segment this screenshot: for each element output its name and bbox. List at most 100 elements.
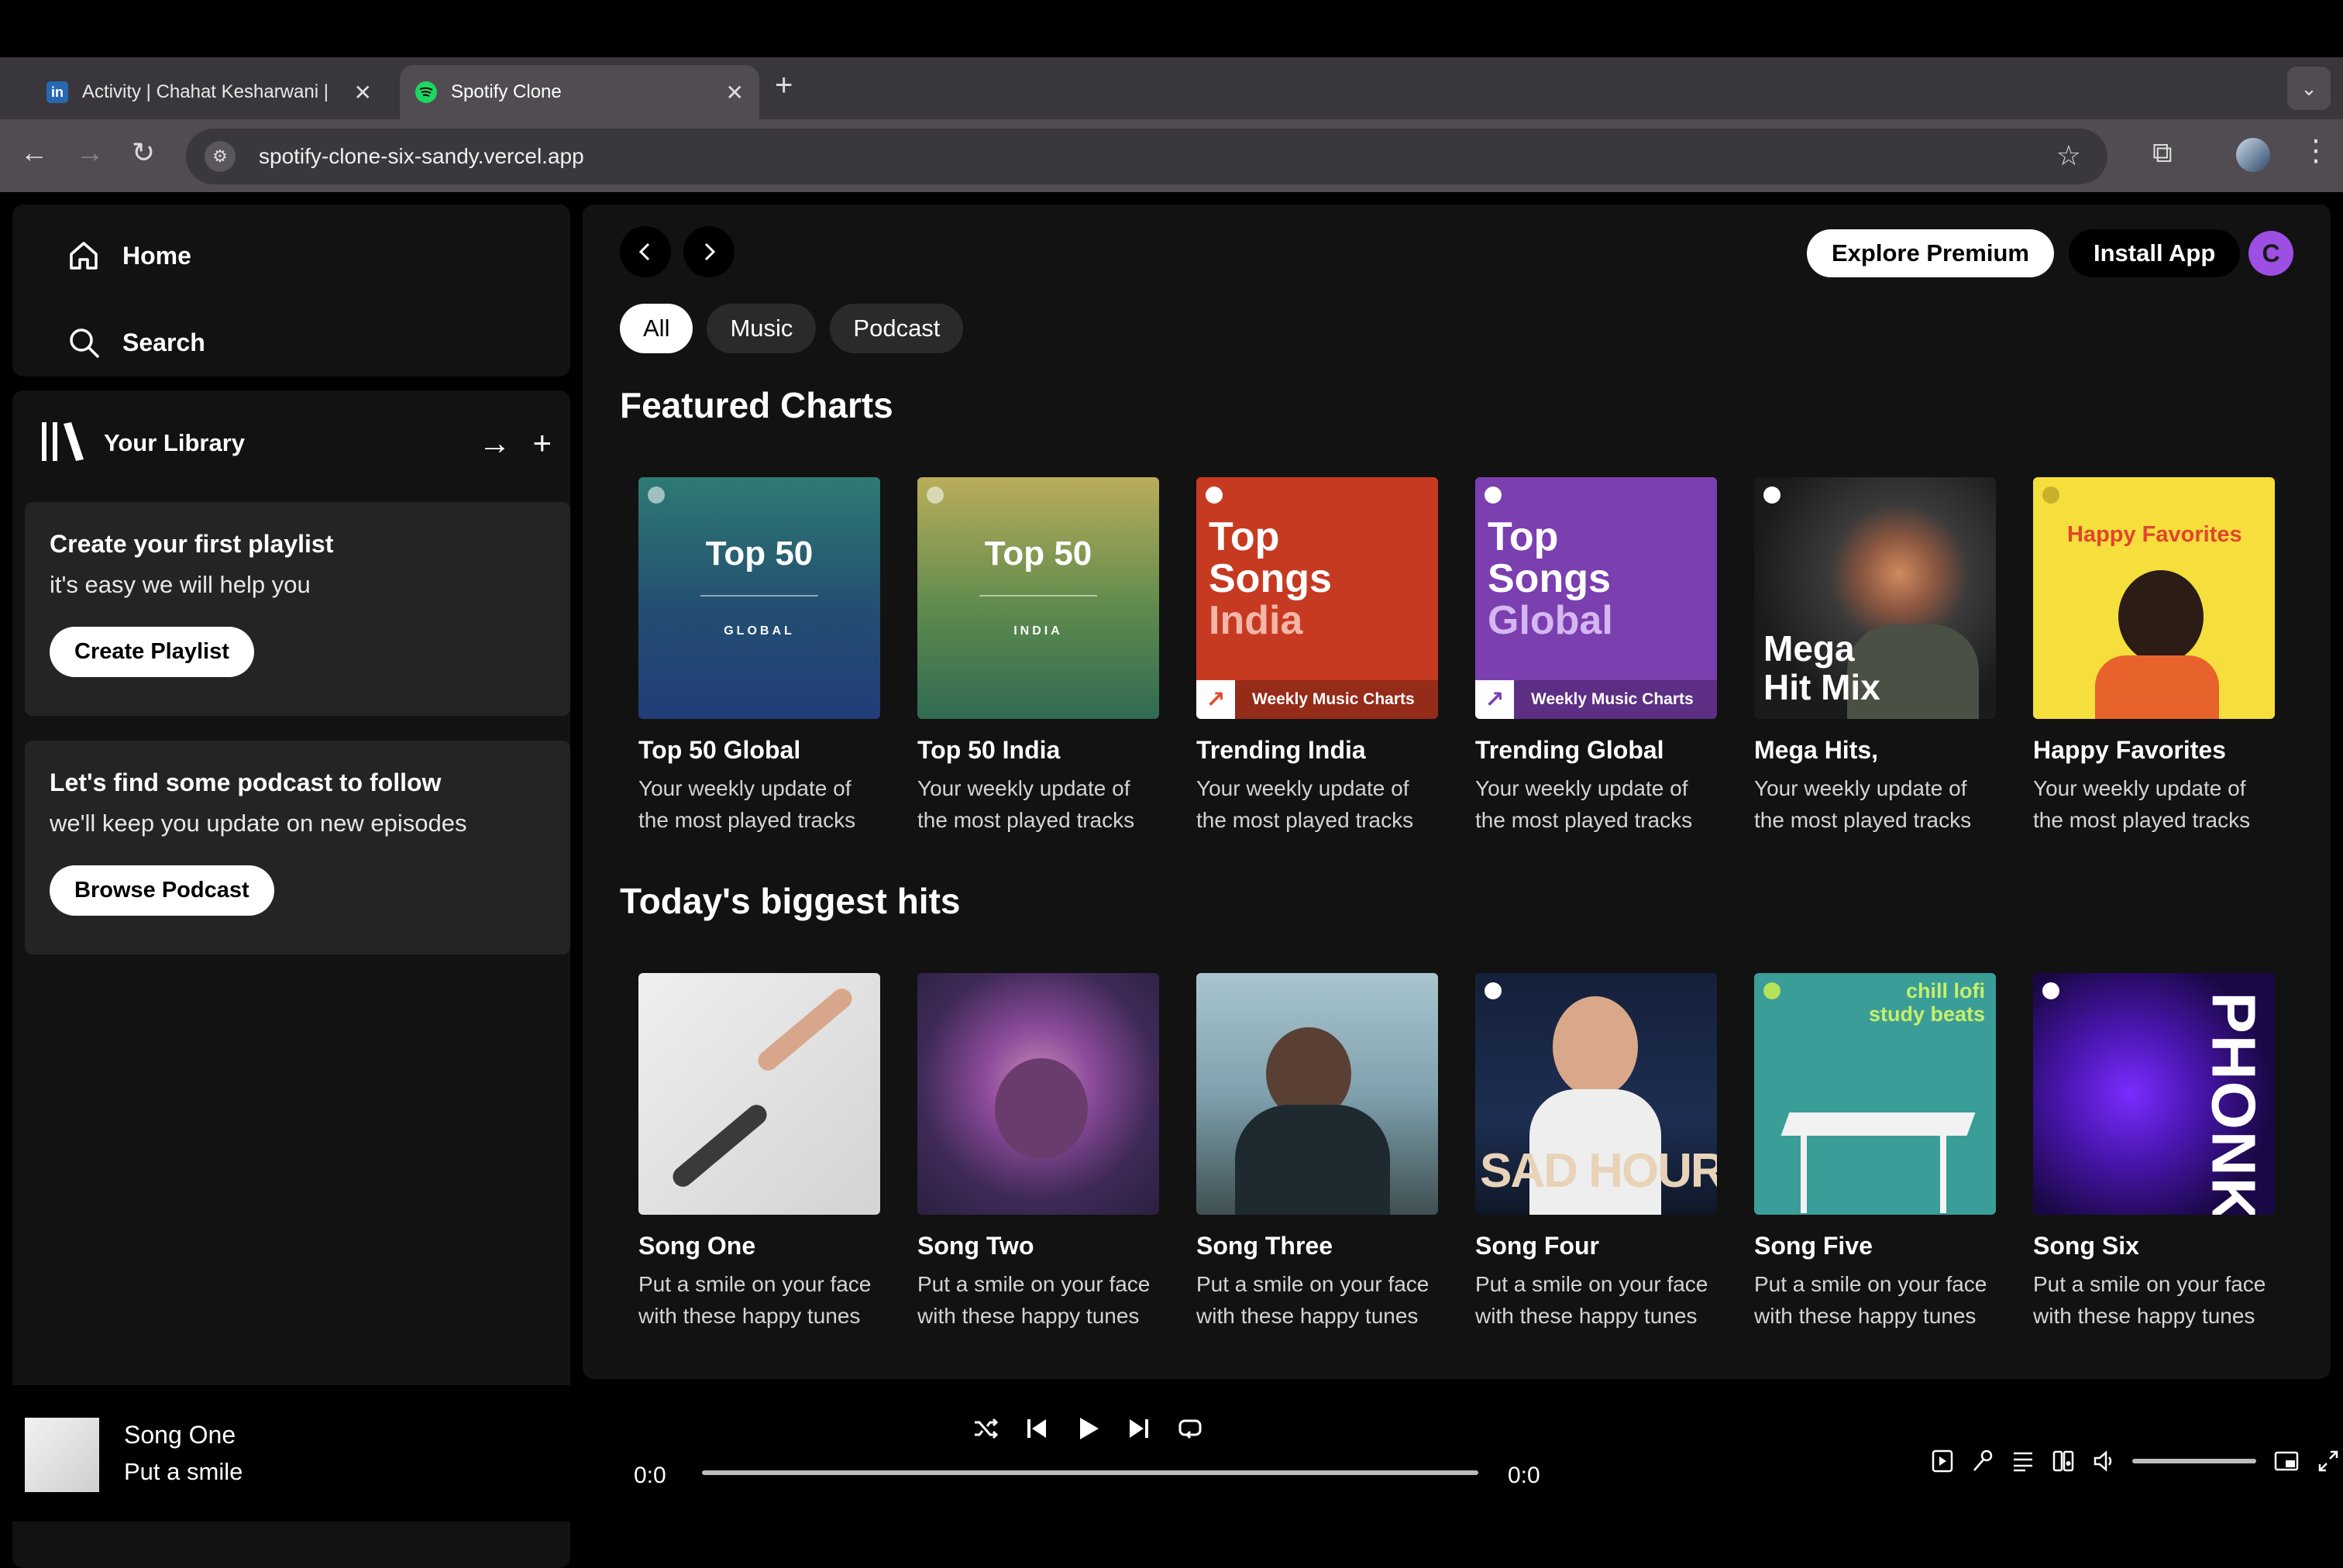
forward-icon[interactable]: → bbox=[76, 136, 104, 169]
nav-home[interactable]: Home bbox=[62, 239, 191, 273]
chip-all[interactable]: All bbox=[620, 304, 693, 353]
song-card[interactable]: PHONK Song Six Put a smile on your face … bbox=[2033, 973, 2275, 1332]
cover-title: Mega Hit Mix bbox=[1763, 628, 1880, 707]
profile-avatar[interactable] bbox=[2236, 138, 2270, 172]
chart-card[interactable]: Mega Hit Mix Mega Hits, Your weekly upda… bbox=[1754, 477, 1996, 836]
extra-controls bbox=[1931, 1449, 2340, 1473]
nav-home-label: Home bbox=[122, 241, 191, 270]
library-label[interactable]: Your Library bbox=[104, 429, 245, 457]
weekly-music-charts-badge: ↗ Weekly Music Charts bbox=[1196, 680, 1438, 719]
card-title: Song Five bbox=[1754, 1232, 1873, 1260]
back-arrow-button[interactable] bbox=[620, 226, 671, 277]
extensions-icon[interactable]: ⧉ bbox=[2152, 136, 2173, 170]
plus-icon[interactable]: + bbox=[532, 425, 552, 462]
cover-big-text: Top 50 bbox=[984, 535, 1092, 573]
song-card[interactable]: Song Two Put a smile on your face with t… bbox=[917, 973, 1159, 1332]
card-title: Song Six bbox=[2033, 1232, 2139, 1260]
site-info-icon[interactable]: ⚙ bbox=[205, 141, 236, 172]
card-description: Your weekly update of the most played tr… bbox=[1196, 776, 1414, 832]
spotify-icon bbox=[1485, 982, 1502, 999]
now-playing-subtitle: Put a smile bbox=[124, 1458, 243, 1485]
volume-icon[interactable] bbox=[2092, 1449, 2115, 1473]
chart-card[interactable]: Top 50 INDIA Top 50 India Your weekly up… bbox=[917, 477, 1159, 836]
cover-title: PHONK bbox=[2199, 992, 2269, 1215]
now-playing-title[interactable]: Song One bbox=[124, 1421, 236, 1449]
connect-device-icon[interactable] bbox=[2052, 1449, 2075, 1473]
browse-podcast-button[interactable]: Browse Podcast bbox=[50, 865, 274, 916]
card-description: Your weekly update of the most played tr… bbox=[1754, 776, 1972, 832]
spotify-icon bbox=[648, 487, 665, 504]
song-card[interactable]: SAD HOUR Song Four Put a smile on your f… bbox=[1475, 973, 1717, 1332]
tab-linkedin[interactable]: in Activity | Chahat Kesharwani | ✕ bbox=[31, 65, 387, 119]
nav-panel: Home Search bbox=[12, 205, 570, 377]
explore-premium-button[interactable]: Explore Premium bbox=[1807, 229, 2054, 277]
linkedin-icon: in bbox=[46, 81, 68, 103]
chart-card[interactable]: Top 50 GLOBAL Top 50 Global Your weekly … bbox=[638, 477, 880, 836]
close-icon[interactable]: ✕ bbox=[726, 80, 744, 105]
play-icon[interactable] bbox=[1074, 1415, 1102, 1446]
repeat-icon[interactable] bbox=[1176, 1415, 1204, 1446]
browser-menu-icon[interactable]: ⋮ bbox=[2301, 133, 2331, 168]
song-card[interactable]: Song One Put a smile on your face with t… bbox=[638, 973, 880, 1332]
now-playing-view-icon[interactable] bbox=[1931, 1449, 1954, 1473]
mini-player-icon[interactable] bbox=[2273, 1449, 2300, 1473]
cover-title: SAD HOUR bbox=[1480, 1144, 1717, 1198]
now-playing-cover[interactable] bbox=[25, 1418, 99, 1492]
card-title: Top 50 Global bbox=[638, 736, 801, 764]
chip-music[interactable]: Music bbox=[707, 304, 817, 353]
song-card[interactable]: Song Three Put a smile on your face with… bbox=[1196, 973, 1438, 1332]
cover-trending-global: Top Songs Global ↗ Weekly Music Charts bbox=[1475, 477, 1717, 719]
user-avatar[interactable]: C bbox=[2248, 231, 2293, 276]
bookmark-star-icon[interactable]: ☆ bbox=[2056, 139, 2081, 172]
main-content: Explore Premium Install App C All Music … bbox=[583, 205, 2331, 1379]
back-icon[interactable]: ← bbox=[20, 136, 48, 169]
spotify-icon bbox=[2042, 487, 2059, 504]
chip-podcast[interactable]: Podcast bbox=[830, 304, 964, 353]
cover-big-text: Top 50 bbox=[705, 535, 814, 573]
next-icon[interactable] bbox=[1125, 1415, 1153, 1446]
spotify-icon bbox=[1206, 487, 1223, 504]
song-card[interactable]: chill lofi study beats Song Five Put a s… bbox=[1754, 973, 1996, 1332]
chart-card[interactable]: Top Songs India ↗ Weekly Music Charts Tr… bbox=[1196, 477, 1438, 836]
previous-icon[interactable] bbox=[1023, 1415, 1051, 1446]
library-icon[interactable] bbox=[40, 421, 85, 466]
address-bar[interactable]: ⚙ spotify-clone-six-sandy.vercel.app ☆ bbox=[186, 129, 2107, 184]
create-playlist-button[interactable]: Create Playlist bbox=[50, 627, 254, 677]
reload-icon[interactable]: ↻ bbox=[132, 136, 155, 169]
card-description: Put a smile on your face with these happ… bbox=[1196, 1272, 1430, 1328]
new-tab-icon[interactable]: + bbox=[775, 68, 793, 103]
cover-top-50-india: Top 50 INDIA bbox=[917, 477, 1159, 719]
player-bar: Song One Put a smile 0:0 0:0 bbox=[0, 1385, 2343, 1522]
cover-song-two bbox=[917, 973, 1159, 1215]
fullscreen-icon[interactable] bbox=[2317, 1449, 2340, 1473]
tab-search-chevron-icon[interactable]: ⌄ bbox=[2287, 67, 2331, 110]
card-title: Song One bbox=[638, 1232, 756, 1260]
tab-spotify-clone[interactable]: Spotify Clone ✕ bbox=[400, 65, 759, 119]
nav-search[interactable]: Search bbox=[62, 325, 205, 359]
card-description: Put a smile on your face with these happ… bbox=[1754, 1272, 1987, 1328]
arrow-right-icon[interactable]: → bbox=[478, 425, 511, 462]
section-title: Featured Charts bbox=[620, 385, 893, 425]
spotify-icon bbox=[1763, 487, 1780, 504]
card-description: Your weekly update of the most played tr… bbox=[1475, 776, 1693, 832]
close-icon[interactable]: ✕ bbox=[354, 80, 372, 105]
spotify-icon bbox=[415, 81, 437, 103]
cover-top-50-global: Top 50 GLOBAL bbox=[638, 477, 880, 719]
microphone-icon[interactable] bbox=[1971, 1449, 1994, 1473]
queue-icon[interactable] bbox=[2011, 1449, 2035, 1473]
card-title: Trending India bbox=[1196, 736, 1366, 764]
card-description: Your weekly update of the most played tr… bbox=[2033, 776, 2251, 832]
chart-card[interactable]: Happy Favorites Happy Favorites Your wee… bbox=[2033, 477, 2275, 836]
chart-card[interactable]: Top Songs Global ↗ Weekly Music Charts T… bbox=[1475, 477, 1717, 836]
forward-arrow-button[interactable] bbox=[683, 226, 735, 277]
volume-slider[interactable] bbox=[2132, 1459, 2256, 1463]
tab-strip: in Activity | Chahat Kesharwani | ✕ Spot… bbox=[0, 57, 2343, 119]
url-text[interactable]: spotify-clone-six-sandy.vercel.app bbox=[259, 144, 584, 169]
tab-title: Activity | Chahat Kesharwani | bbox=[82, 81, 329, 102]
progress-bar[interactable] bbox=[702, 1470, 1478, 1475]
install-app-button[interactable]: Install App bbox=[2069, 229, 2241, 277]
total-time: 0:0 bbox=[1508, 1463, 1540, 1488]
cover-title: chill lofi study beats bbox=[1868, 979, 1985, 1026]
library-header: Your Library → + bbox=[40, 418, 552, 468]
shuffle-icon[interactable] bbox=[972, 1415, 999, 1446]
